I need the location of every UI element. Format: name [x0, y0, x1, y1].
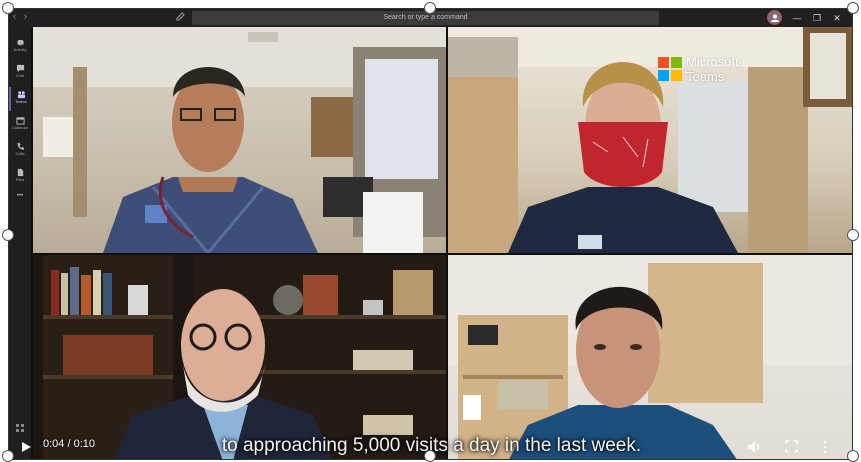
resize-handle-bottom-center[interactable] [424, 450, 436, 462]
calendar-icon [15, 117, 25, 125]
rail-item-activity[interactable]: Activity [9, 35, 31, 59]
resize-handle-bottom-left[interactable] [2, 450, 14, 462]
rail-item-calendar[interactable]: Calendar [9, 113, 31, 137]
participant-1-video [33, 27, 446, 253]
more-apps-button[interactable]: ••• [9, 189, 31, 213]
participant-4-video [448, 255, 852, 459]
rail-label: Teams [15, 99, 27, 104]
video-tile-participant-1 [33, 27, 446, 253]
apps-icon[interactable] [15, 423, 25, 433]
avatar[interactable] [767, 10, 782, 25]
microsoft-logo-icon [658, 57, 682, 81]
rail-item-teams[interactable]: Teams [9, 87, 31, 111]
teams-watermark: Microsoft Teams [686, 54, 739, 84]
resize-handle-bottom-right[interactable] [847, 450, 859, 462]
rail-label: Chat [15, 73, 25, 78]
chat-icon [16, 64, 24, 73]
minimize-button[interactable]: — [790, 11, 804, 25]
rail-label: Calendar [11, 125, 29, 130]
forward-button[interactable]: › [24, 11, 27, 21]
app-rail: Activity Chat Teams Calendar Calls Files… [9, 27, 31, 459]
rail-label: Calls [15, 151, 25, 156]
phone-icon [17, 142, 24, 150]
resize-handle-middle-left[interactable] [2, 229, 14, 241]
back-button[interactable]: ‹ [13, 11, 16, 21]
search-input[interactable]: Search or type a command [192, 11, 659, 25]
watermark-line-2: Teams [686, 69, 725, 84]
close-button[interactable]: ✕ [830, 11, 844, 25]
more-options-icon[interactable] [822, 440, 828, 454]
video-tile-participant-2 [448, 27, 852, 253]
teams-icon [17, 91, 25, 99]
fullscreen-icon[interactable] [785, 440, 798, 453]
restore-button[interactable]: ❐ [810, 11, 824, 25]
bell-icon [16, 39, 24, 46]
video-tile-participant-4 [448, 255, 852, 459]
rail-label: Activity [13, 47, 27, 52]
compose-icon[interactable] [176, 12, 185, 21]
resize-handle-top-right[interactable] [847, 2, 859, 14]
volume-icon[interactable] [747, 440, 761, 454]
rail-item-calls[interactable]: Calls [9, 139, 31, 163]
file-icon [17, 168, 23, 177]
watermark-line-1: Microsoft [686, 54, 739, 69]
resize-handle-top-center[interactable] [424, 2, 436, 14]
rail-item-files[interactable]: Files [9, 165, 31, 189]
time-display: 0:04 / 0:10 [43, 438, 95, 450]
participant-2-video [448, 27, 852, 253]
video-tile-participant-3 [33, 255, 446, 459]
play-icon[interactable] [20, 441, 32, 453]
resize-handle-top-left[interactable] [2, 2, 14, 14]
user-icon [771, 14, 779, 22]
participant-3-video [43, 255, 446, 459]
rail-item-chat[interactable]: Chat [9, 61, 31, 85]
rail-label: Files [15, 177, 25, 182]
resize-handle-middle-right[interactable] [847, 229, 859, 241]
video-frame: ‹ › Search or type a command — ❐ ✕ Activ… [8, 8, 853, 460]
